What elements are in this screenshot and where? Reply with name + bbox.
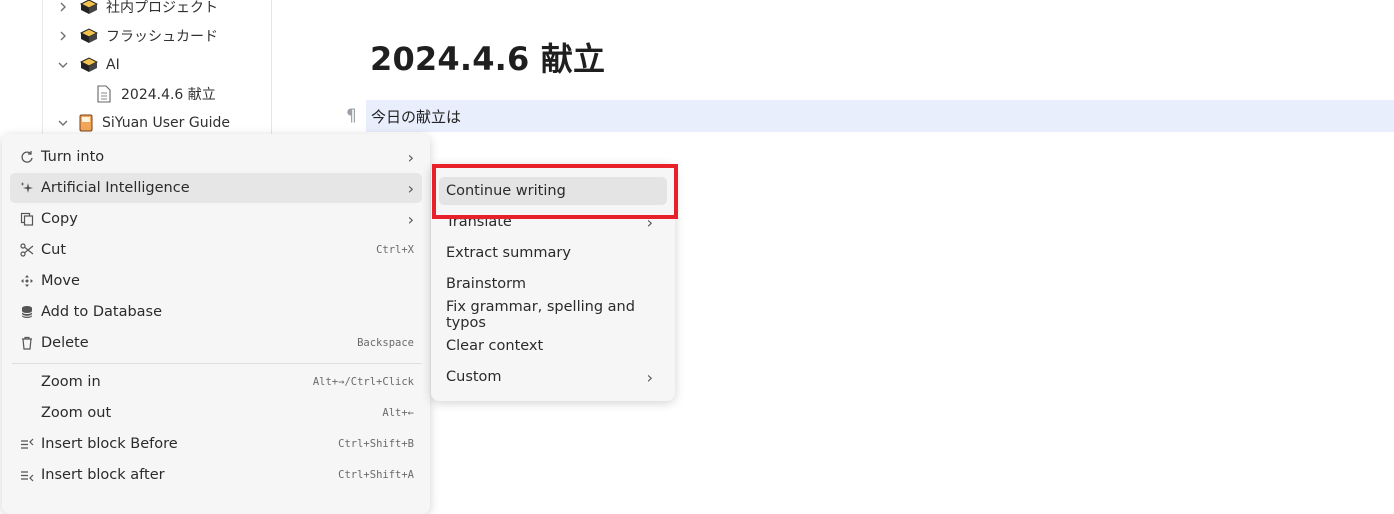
menu-item-zoom-in[interactable]: Zoom in Alt+→/Ctrl+Click	[10, 367, 422, 397]
shortcut-label: Ctrl+Shift+B	[338, 438, 414, 450]
sidebar-item-label: AI	[106, 56, 120, 73]
menu-divider	[12, 363, 422, 364]
sidebar-item-document[interactable]: 2024.4.6 献立	[96, 79, 216, 108]
insert-after-icon	[18, 466, 36, 484]
block-context-menu: Turn into › Artificial Intelligence › Co…	[2, 134, 430, 514]
database-icon	[18, 303, 36, 321]
insert-before-icon	[18, 435, 36, 453]
chevron-down-icon[interactable]	[56, 58, 70, 72]
menu-item-zoom-out[interactable]: Zoom out Alt+←	[10, 398, 422, 428]
notebook-box-icon	[79, 56, 99, 73]
sparkle-icon	[18, 179, 36, 197]
notebook-box-icon	[79, 27, 99, 44]
shortcut-label: Alt+→/Ctrl+Click	[312, 376, 414, 388]
sidebar-item-label: 社内プロジェクト	[106, 0, 218, 16]
chevron-right-icon[interactable]	[56, 29, 70, 43]
selected-block-highlight	[366, 100, 1394, 132]
sidebar-item-flashcard[interactable]: フラッシュカード	[56, 21, 218, 50]
book-icon	[78, 114, 94, 132]
menu-item-cut[interactable]: Cut Ctrl+X	[10, 235, 422, 265]
shortcut-label: Ctrl+Shift+A	[338, 469, 414, 481]
shortcut-label: Backspace	[357, 337, 414, 349]
sidebar-item-label: フラッシュカード	[106, 28, 218, 45]
menu-item-insert-before[interactable]: Insert block Before Ctrl+Shift+B	[10, 429, 422, 459]
sidebar-item-siyuan-guide[interactable]: SiYuan User Guide	[56, 108, 230, 137]
refresh-icon	[18, 148, 36, 166]
menu-item-move[interactable]: Move	[10, 266, 422, 296]
menu-item-copy[interactable]: Copy ›	[10, 204, 422, 234]
menu-item-insert-after[interactable]: Insert block after Ctrl+Shift+A	[10, 460, 422, 490]
chevron-right-icon[interactable]	[56, 0, 70, 14]
tree-guide-line	[42, 0, 43, 135]
chevron-down-icon[interactable]	[56, 116, 70, 130]
scissors-icon	[18, 241, 36, 259]
chevron-right-icon: ›	[407, 178, 414, 198]
document-title[interactable]: 2024.4.6 献立	[370, 34, 605, 80]
menu-item-add-to-database[interactable]: Add to Database	[10, 297, 422, 327]
chevron-right-icon: ›	[646, 367, 653, 387]
sidebar-item-label: SiYuan User Guide	[102, 114, 230, 131]
sidebar-item-label: 2024.4.6 献立	[121, 86, 216, 103]
shortcut-label: Ctrl+X	[376, 244, 414, 256]
trash-icon	[18, 334, 36, 352]
submenu-item-brainstorm[interactable]: Brainstorm	[439, 270, 667, 298]
submenu-item-clear-context[interactable]: Clear context	[439, 332, 667, 360]
copy-icon	[18, 210, 36, 228]
shortcut-label: Alt+←	[382, 407, 414, 419]
submenu-item-extract-summary[interactable]: Extract summary	[439, 239, 667, 267]
annotation-highlight-box	[432, 164, 678, 219]
paragraph-icon[interactable]: ¶	[346, 106, 357, 126]
move-icon	[18, 272, 36, 290]
sidebar-item-shanai-project[interactable]: 社内プロジェクト	[56, 0, 218, 21]
submenu-item-fix-grammar[interactable]: Fix grammar, spelling and typos	[439, 299, 667, 331]
menu-item-delete[interactable]: Delete Backspace	[10, 328, 422, 358]
chevron-right-icon: ›	[407, 147, 414, 167]
notebook-box-icon	[79, 0, 99, 15]
menu-item-turn-into[interactable]: Turn into ›	[10, 142, 422, 172]
menu-item-artificial-intelligence[interactable]: Artificial Intelligence ›	[10, 173, 422, 203]
sidebar-item-ai[interactable]: AI	[56, 50, 120, 79]
paragraph-block[interactable]: 今日の献立は	[371, 106, 461, 127]
chevron-right-icon: ›	[407, 209, 414, 229]
submenu-item-custom[interactable]: Custom ›	[439, 363, 667, 391]
document-icon	[96, 84, 112, 103]
